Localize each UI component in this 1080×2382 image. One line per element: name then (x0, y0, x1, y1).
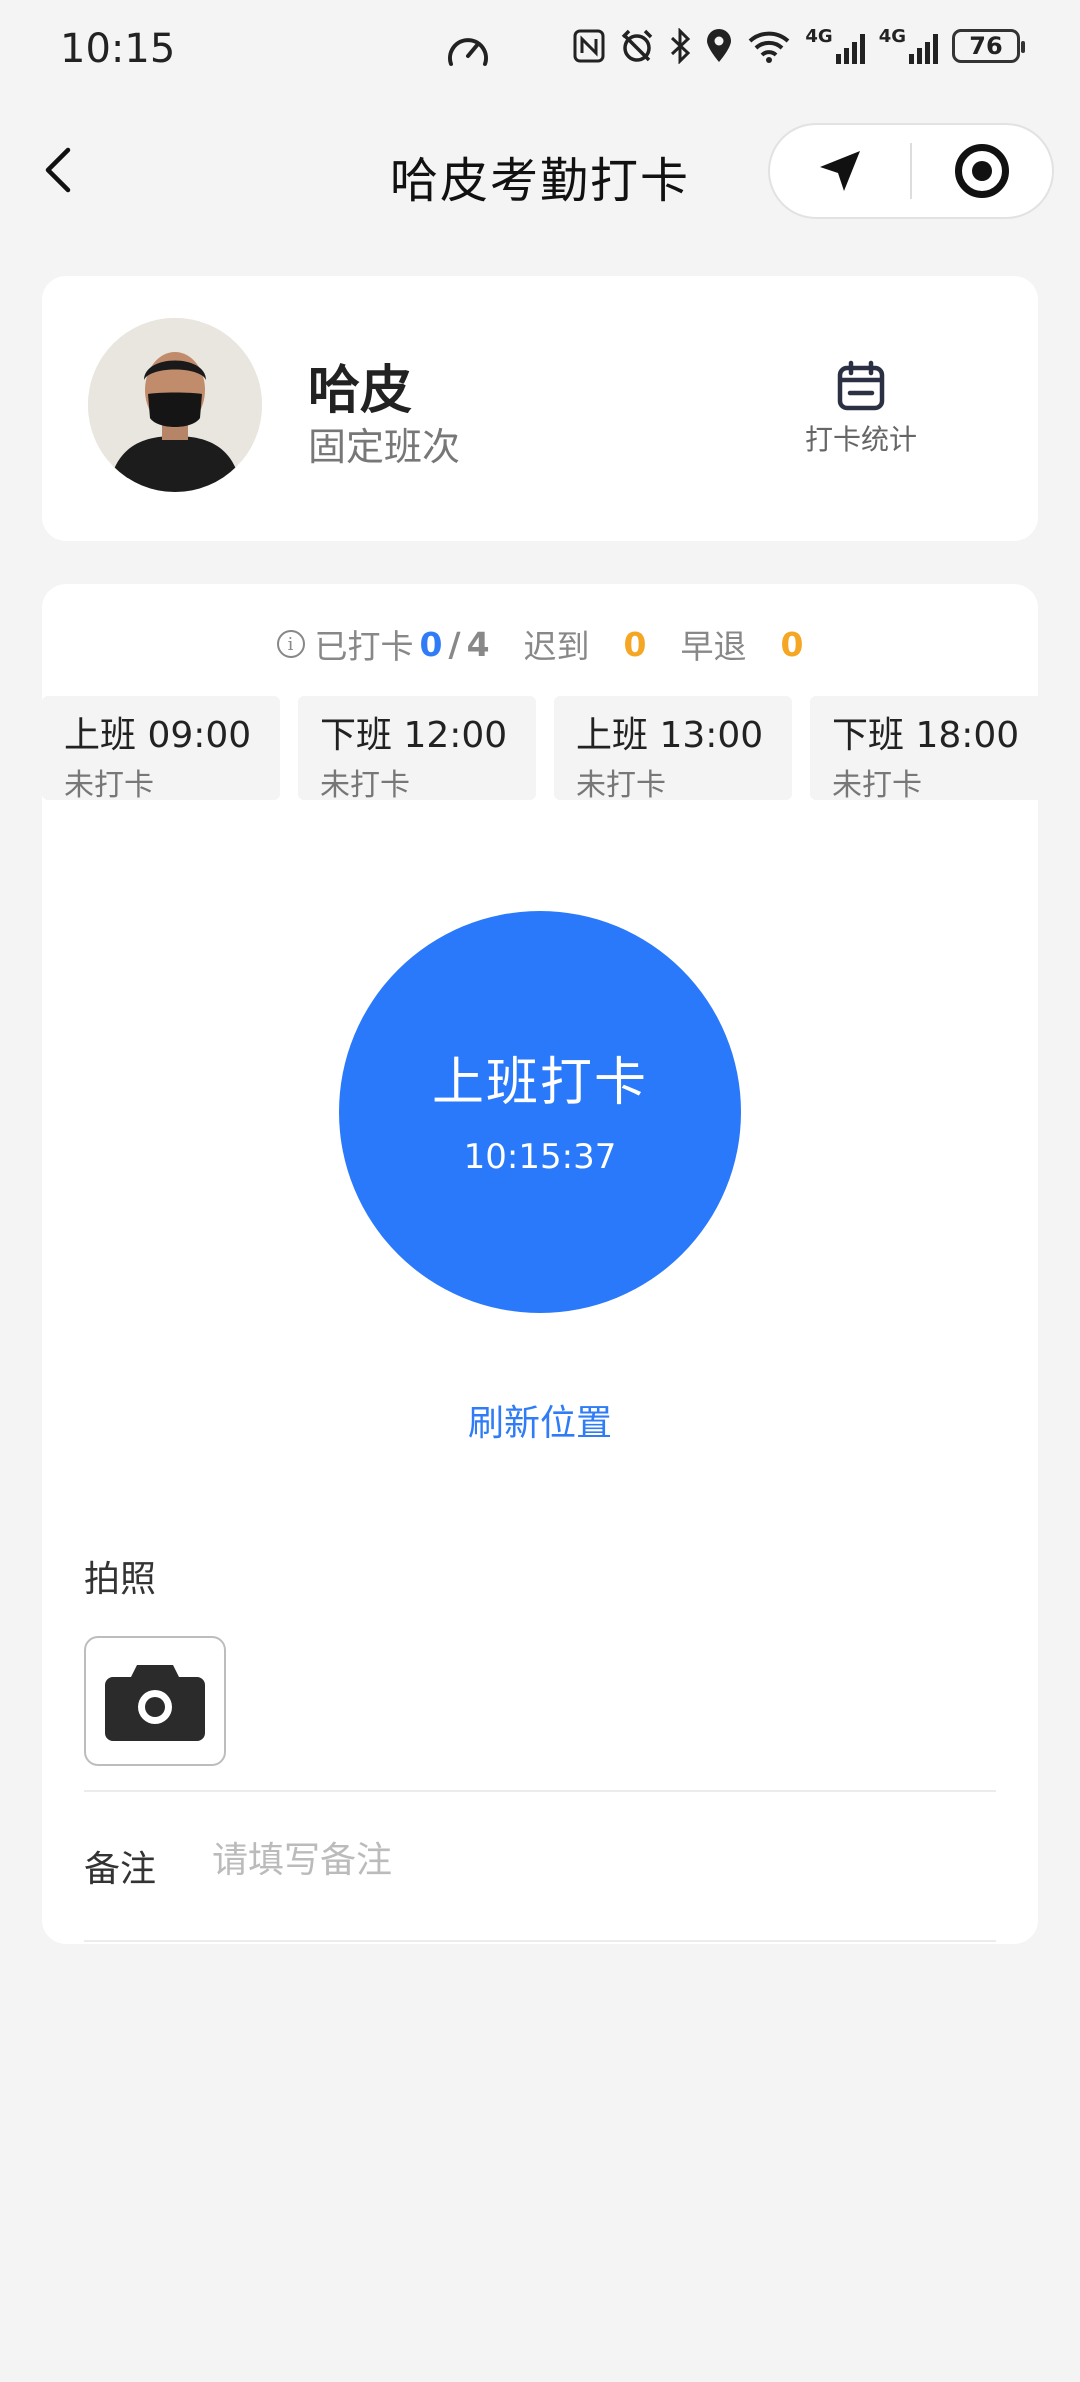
wifi-icon (749, 31, 790, 63)
status-bar: 10:15 4G 4G 76 (0, 0, 1080, 105)
punched-count: 0 (419, 624, 443, 664)
user-name: 哈皮 (308, 361, 413, 421)
punch-slot-time: 上班 09:00 (64, 715, 252, 756)
punched-label: 已打卡 (314, 627, 414, 666)
avatar (88, 318, 262, 492)
nav-bar: 哈皮考勤打卡 (0, 105, 1080, 235)
punched-separator: / (448, 624, 461, 664)
camera-icon (105, 1665, 205, 1741)
navigation-arrow-button[interactable] (770, 125, 910, 217)
network-type-label: 4G (805, 26, 833, 47)
photo-label: 拍照 (84, 1559, 157, 1600)
bluetooth-icon (671, 28, 691, 64)
profile-card: 哈皮 固定班次 打卡统计 (42, 276, 1038, 541)
clock-in-label: 上班打卡 (431, 1052, 648, 1113)
refresh-location-button[interactable]: 刷新位置 (42, 1394, 1038, 1446)
status-icons: 4G 4G 76 (573, 26, 1025, 64)
punch-slot-status: 未打卡 (64, 768, 154, 800)
punch-slot-status: 未打卡 (320, 768, 410, 800)
punch-slot-status: 未打卡 (832, 768, 922, 800)
punch-slot-time: 上班 13:00 (576, 715, 764, 756)
signal-icon: 4G (805, 26, 865, 64)
calendar-icon (837, 360, 885, 411)
remark-input[interactable] (212, 1830, 972, 1890)
status-time: 10:15 (60, 26, 176, 72)
punch-stats-button[interactable]: 打卡统计 (796, 360, 926, 458)
remark-label: 备注 (84, 1849, 157, 1890)
mini-program-capsule (768, 123, 1054, 219)
punch-slot[interactable]: 下班 18:00 未打卡 (810, 696, 1038, 800)
navigation-arrow-icon (820, 151, 860, 191)
punch-slot[interactable]: 下班 12:00 未打卡 (298, 696, 536, 800)
location-icon (707, 29, 732, 62)
signal-icon: 4G (879, 28, 938, 64)
divider (84, 1790, 996, 1792)
record-target-button[interactable] (912, 125, 1052, 217)
battery-level: 76 (969, 32, 1003, 60)
punch-summary: i 已打卡 0/4 迟到 0 早退 0 (42, 620, 1038, 668)
punch-slot-status: 未打卡 (576, 768, 666, 800)
speed-icon (445, 30, 491, 76)
punch-card: i 已打卡 0/4 迟到 0 早退 0 上班 09:00 未打卡 下班 12:0… (42, 584, 1038, 1944)
punched-total: 4 (466, 624, 490, 664)
nfc-icon (573, 29, 605, 63)
take-photo-button[interactable] (84, 1636, 226, 1766)
clock-in-time: 10:15:37 (463, 1136, 617, 1177)
punch-slot-list[interactable]: 上班 09:00 未打卡 下班 12:00 未打卡 上班 13:00 未打卡 下… (42, 696, 1038, 800)
punch-slot-time: 下班 12:00 (320, 715, 508, 756)
info-icon: i (276, 630, 305, 658)
punch-slot-time: 下班 18:00 (832, 715, 1020, 756)
battery-icon: 76 (952, 29, 1025, 63)
divider (84, 1940, 996, 1942)
clock-in-button[interactable]: 上班打卡 10:15:37 (339, 911, 741, 1313)
early-leave-label: 早退 (680, 627, 747, 666)
punch-stats-label: 打卡统计 (804, 423, 917, 456)
early-leave-count: 0 (780, 624, 804, 664)
late-label: 迟到 (523, 627, 590, 666)
punch-slot[interactable]: 上班 09:00 未打卡 (42, 696, 280, 800)
alarm-icon (622, 29, 653, 62)
user-shift: 固定班次 (308, 425, 461, 469)
record-target-icon (955, 144, 1009, 198)
network-type-label: 4G (878, 26, 906, 47)
punch-slot[interactable]: 上班 13:00 未打卡 (554, 696, 792, 800)
late-count: 0 (623, 624, 647, 664)
